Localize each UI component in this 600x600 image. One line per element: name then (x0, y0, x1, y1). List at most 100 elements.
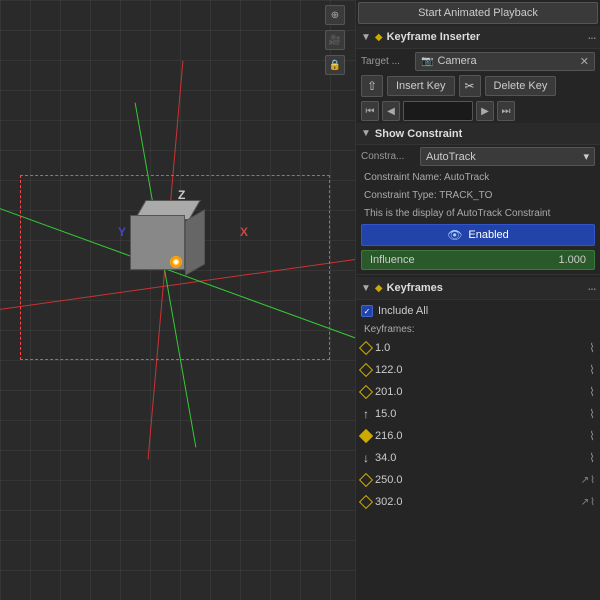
keyframes-section-icon: ◆ (375, 283, 383, 294)
keyframe-value-3: 15.0 (375, 408, 585, 420)
keyframe-action-1[interactable]: ⌇ (589, 363, 595, 377)
keyframe-action-double-7[interactable]: ↗⌇ (581, 497, 595, 508)
insert-delete-row: ⇧ Insert Key ✂ Delete Key (356, 73, 600, 99)
influence-bar[interactable]: Influence 1.000 (361, 250, 595, 270)
keyframe-inserter-menu-dots[interactable]: ··· (587, 29, 595, 45)
camera-icon: 📷 (421, 56, 433, 67)
camera-close-icon[interactable]: ✕ (580, 55, 589, 68)
show-constraint-collapse-arrow[interactable]: ▼ (361, 128, 371, 139)
enabled-label: Enabled (468, 229, 508, 241)
keyframe-item-5: ↓ 34.0 ⌇ (356, 447, 600, 469)
next-frame-button[interactable]: ▶ (476, 101, 494, 121)
keyframe-item-1: 122.0 ⌇ (356, 359, 600, 381)
keyframe-item-2: 201.0 ⌇ (356, 381, 600, 403)
viewport-icon-1[interactable]: ⊕ (325, 5, 345, 25)
prev-frame-button[interactable]: ◀ (382, 101, 400, 121)
frame-number-input[interactable]: 216 (403, 101, 473, 121)
keyframe-action-double-6[interactable]: ↗⌇ (581, 475, 595, 486)
keyframe-action-5[interactable]: ⌇ (589, 451, 595, 465)
origin-point (170, 256, 182, 268)
constraint-display-info-row: This is the display of AutoTrack Constra… (356, 204, 600, 222)
keyframe-value-2: 201.0 (375, 386, 585, 398)
divider-1 (356, 274, 600, 275)
camera-name: Camera (437, 55, 476, 67)
show-constraint-header: ▼ Show Constraint (356, 123, 600, 145)
keyframe-action-4[interactable]: ⌇ (589, 429, 595, 443)
keyframe-action-3[interactable]: ⌇ (589, 407, 595, 421)
include-all-label: Include All (378, 305, 428, 317)
jump-to-start-button[interactable]: ⏮ (361, 101, 379, 121)
enabled-row: 👁 Enabled (356, 222, 600, 248)
keyframe-inserter-collapse-arrow[interactable]: ▼ (361, 32, 371, 43)
jump-to-end-button[interactable]: ⏭ (497, 101, 515, 121)
keyframe-inserter-icon: ◆ (375, 32, 383, 43)
keyframe-inserter-title: Keyframe Inserter (387, 31, 583, 43)
keyframes-section: ▼ ◆ Keyframes ··· ✓ Include All Keyframe… (356, 277, 600, 600)
keyframe-item-6: 250.0 ↗⌇ (356, 469, 600, 491)
keyframe-item-0: 1.0 ⌇ (356, 337, 600, 359)
constraint-label: Constra... (361, 151, 416, 162)
keyframe-icon-6 (359, 473, 373, 487)
keyframe-value-4: 216.0 (375, 430, 585, 442)
keyframe-action-0[interactable]: ⌇ (589, 341, 595, 355)
keyframes-subheader: Keyframes: (356, 322, 600, 337)
constraint-dropdown-row: Constra... AutoTrack ▾ (356, 145, 600, 168)
right-panel: Start Animated Playback ▼ ◆ Keyframe Ins… (355, 0, 600, 600)
viewport-icon-3[interactable]: 🔒 (325, 55, 345, 75)
delete-key-icon-btn[interactable]: ✂ (459, 75, 481, 97)
influence-value: 1.000 (558, 254, 586, 266)
viewport-3d[interactable]: X Y Z ⊕ 🎥 🔒 (0, 0, 355, 600)
keyframe-value-7: 302.0 (375, 496, 577, 508)
delete-key-button[interactable]: Delete Key (485, 76, 557, 96)
keyframe-icon-5: ↓ (361, 453, 371, 463)
insert-key-button[interactable]: Insert Key (387, 76, 455, 96)
constraint-name-row: Constraint Name: AutoTrack (356, 168, 600, 186)
insert-key-icon-btn[interactable]: ⇧ (361, 75, 383, 97)
keyframe-inserter-header: ▼ ◆ Keyframe Inserter ··· (356, 26, 600, 49)
axis-y-label: Y (118, 225, 126, 239)
axis-z-label: Z (178, 188, 185, 202)
keyframe-value-1: 122.0 (375, 364, 585, 376)
keyframe-icon-7 (359, 495, 373, 509)
cube-object (130, 200, 200, 270)
include-all-row: ✓ Include All (356, 300, 600, 322)
keyframes-collapse-arrow[interactable]: ▼ (361, 283, 371, 294)
influence-row: Influence 1.000 (356, 248, 600, 272)
keyframe-icon-0 (359, 341, 373, 355)
influence-label: Influence (370, 254, 415, 266)
viewport-toolbar: ⊕ 🎥 🔒 (325, 5, 345, 75)
keyframe-action-2[interactable]: ⌇ (589, 385, 595, 399)
frame-navigation-row: ⏮ ◀ 216 ▶ ⏭ (356, 99, 600, 123)
start-animated-playback-button[interactable]: Start Animated Playback (358, 2, 598, 24)
keyframe-icon-4 (359, 429, 373, 443)
constraint-type-row: Constraint Type: TRACK_TO (356, 186, 600, 204)
keyframe-value-0: 1.0 (375, 342, 585, 354)
constraint-value: AutoTrack (426, 151, 476, 163)
constraint-dropdown[interactable]: AutoTrack ▾ (420, 147, 595, 166)
constraint-chevron-down-icon: ▾ (583, 150, 589, 163)
keyframe-value-5: 34.0 (375, 452, 585, 464)
keyframe-item-4: 216.0 ⌇ (356, 425, 600, 447)
keyframe-icon-2 (359, 385, 373, 399)
show-constraint-title: Show Constraint (375, 128, 595, 140)
constraint-name-text: Constraint Name: AutoTrack (364, 172, 489, 183)
enabled-button[interactable]: 👁 Enabled (361, 224, 595, 246)
eye-icon: 👁 (447, 228, 462, 242)
keyframe-icon-1 (359, 363, 373, 377)
keyframe-icon-3: ↑ (361, 409, 371, 419)
include-all-checkbox[interactable]: ✓ (361, 305, 373, 317)
axis-x-label: X (240, 225, 248, 239)
keyframes-section-title: Keyframes (387, 282, 583, 294)
viewport-icon-2[interactable]: 🎥 (325, 30, 345, 50)
target-label: Target ... (361, 56, 411, 67)
cube-side-face (185, 209, 205, 276)
constraint-display-info-text: This is the display of AutoTrack Constra… (364, 208, 550, 219)
keyframe-item-3: ↑ 15.0 ⌇ (356, 403, 600, 425)
constraint-type-text: Constraint Type: TRACK_TO (364, 190, 492, 201)
target-row: Target ... 📷 Camera ✕ (356, 49, 600, 73)
keyframes-section-header: ▼ ◆ Keyframes ··· (356, 277, 600, 300)
cube-mesh (130, 200, 200, 270)
camera-selector[interactable]: 📷 Camera ✕ (415, 52, 595, 71)
keyframes-menu-dots[interactable]: ··· (587, 280, 595, 296)
keyframe-item-7: 302.0 ↗⌇ (356, 491, 600, 513)
